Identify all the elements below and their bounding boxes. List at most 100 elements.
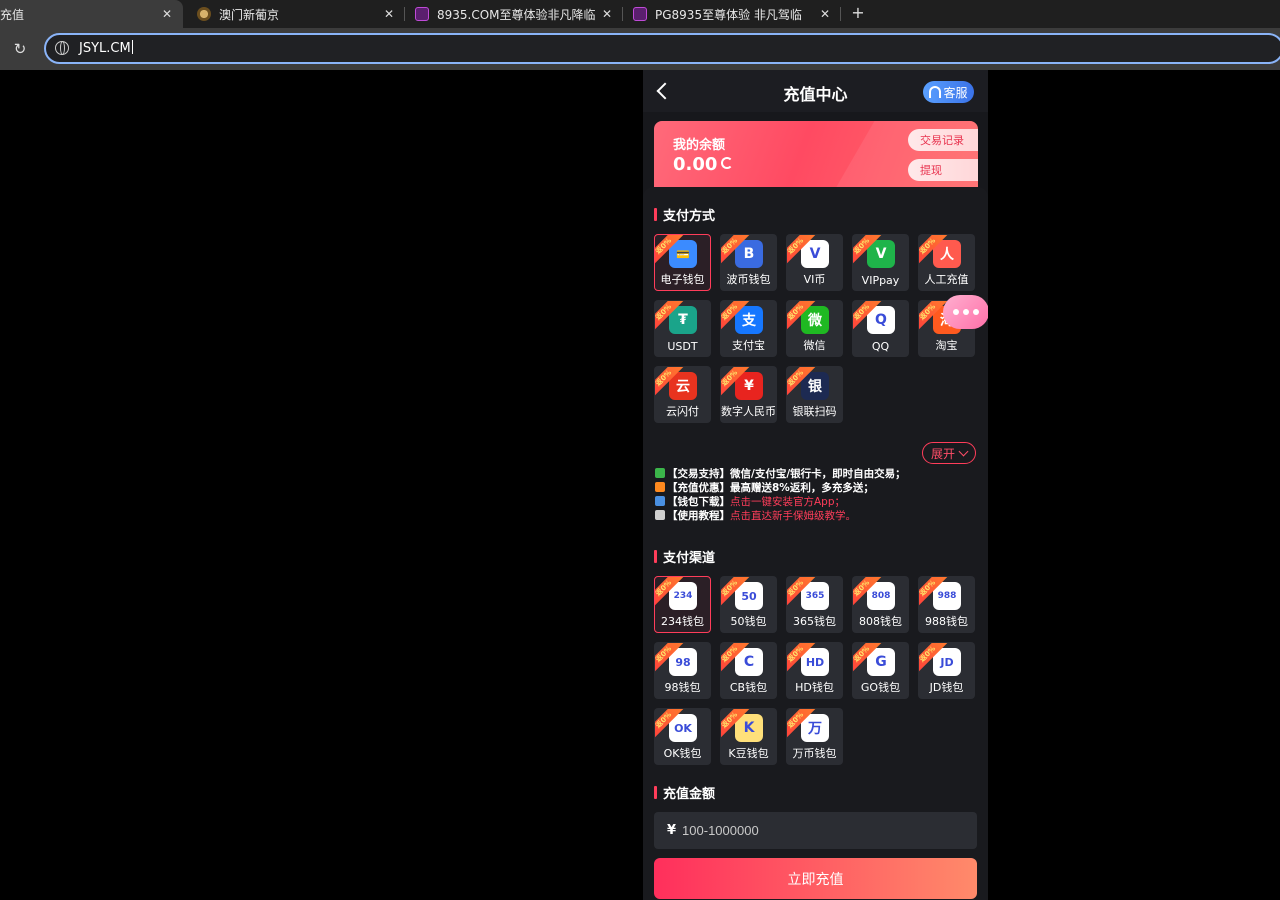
close-icon[interactable]: ✕ [817, 6, 833, 22]
payment-channel-tile[interactable]: 98 返0% 98钱包 [654, 642, 711, 699]
note-icon [655, 496, 665, 506]
balance-label: 我的余额 [673, 138, 726, 153]
tab-macau[interactable]: 澳门新葡京 ✕ [183, 0, 405, 28]
payment-channel-label: 50钱包 [730, 615, 767, 628]
payment-channels-title: 支付渠道 [654, 547, 715, 566]
payment-channel-label: 万币钱包 [792, 747, 837, 760]
payment-method-tile[interactable]: 人返0% 人工充值 [918, 234, 975, 291]
refresh-icon[interactable] [721, 157, 734, 169]
payment-method-tile[interactable]: V 返0% VI币 [786, 234, 843, 291]
payment-method-tile[interactable]: 💳 返0% 电子钱包 [654, 234, 711, 291]
info-notes: 【交易支持】微信/支付宝/银行卡，即时自由交易； 【充值优惠】最高赠送8%返利，多… [655, 467, 985, 523]
payment-channel-tile[interactable]: OK 返0% OK钱包 [654, 708, 711, 765]
close-icon[interactable]: ✕ [599, 6, 615, 22]
headset-icon [929, 86, 942, 98]
payment-channel-tile[interactable]: 234 返0% 234钱包 [654, 576, 711, 633]
payment-method-tile[interactable]: V 返0% VIPpay [852, 234, 909, 291]
page-header: 充值中心 客服 [643, 70, 988, 112]
tab-recharge[interactable]: 充值 ✕ [0, 0, 183, 28]
payment-method-tile[interactable]: 云返0% 云闪付 [654, 366, 711, 423]
payment-method-label: USDT [667, 340, 698, 353]
payment-channel-tile[interactable]: 50 返0% 50钱包 [720, 576, 777, 633]
expand-button[interactable]: 展开 [922, 442, 976, 464]
payment-method-tile[interactable]: B 返0% 波币钱包 [720, 234, 777, 291]
site-favicon-icon [415, 7, 429, 21]
note-icon [655, 510, 665, 520]
note-line[interactable]: 【使用教程】点击直达新手保姆级教学。 [655, 509, 985, 523]
new-tab-button[interactable]: + [849, 2, 867, 24]
close-icon[interactable]: ✕ [381, 6, 397, 22]
floating-chat-icon[interactable] [943, 295, 988, 329]
payment-channels-grid: 234 返0% 234钱包 50 返0% 50钱包 365 返0% 365钱包 808 返0% 808… [654, 576, 984, 765]
payment-channel-tile[interactable]: 万返0% 万币钱包 [786, 708, 843, 765]
payment-method-label: 人工充值 [924, 273, 969, 286]
transaction-records-button[interactable]: 交易记录 [908, 129, 978, 151]
note-icon [655, 468, 665, 478]
payment-channel-label: JD钱包 [929, 681, 964, 694]
url-text[interactable]: JSYL.CM [79, 40, 133, 56]
payment-method-label: 电子钱包 [660, 273, 705, 286]
recharge-submit-button[interactable]: 立即充值 [654, 858, 977, 899]
address-bar[interactable]: JSYL.CM [44, 33, 1280, 64]
note-icon [655, 482, 665, 492]
payment-method-label: 数字人民币 [721, 405, 776, 418]
browser-toolbar: ↻ JSYL.CM [0, 28, 1280, 70]
payment-methods-grid: 💳 返0% 电子钱包 B 返0% 波币钱包 V 返0% VI币 V 返0% VIPpay 人返0% 人工充… [654, 234, 984, 423]
payment-channel-tile[interactable]: K 返0% K豆钱包 [720, 708, 777, 765]
payment-method-tile[interactable]: Q 返0% QQ [852, 300, 909, 357]
payment-channel-tile[interactable]: C 返0% CB钱包 [720, 642, 777, 699]
payment-method-label: 波币钱包 [726, 273, 771, 286]
site-favicon-icon [633, 7, 647, 21]
tab-pg8935[interactable]: PG8935至尊体验 非凡驾临 ✕ [623, 0, 841, 28]
payment-method-label: VIPpay [861, 274, 900, 287]
tab-title: PG8935至尊体验 非凡驾临 [655, 7, 802, 22]
payment-channel-label: 234钱包 [661, 615, 704, 628]
payment-channel-label: HD钱包 [795, 681, 834, 694]
amount-input[interactable] [682, 823, 933, 838]
payment-method-tile[interactable]: ¥ 返0% 数字人民币 [720, 366, 777, 423]
payment-method-label: VI币 [803, 273, 826, 286]
payment-channel-label: GO钱包 [860, 681, 901, 694]
payment-method-tile[interactable]: 支返0% 支付宝 [720, 300, 777, 357]
payment-method-tile[interactable]: 银返0% 银联扫码 [786, 366, 843, 423]
note-link[interactable]: 点击直达新手保姆级教学。 [730, 510, 856, 522]
payment-channel-tile[interactable]: G 返0% GO钱包 [852, 642, 909, 699]
payment-method-label: 淘宝 [935, 339, 958, 352]
payment-channel-tile[interactable]: JD 返0% JD钱包 [918, 642, 975, 699]
browser-tab-bar: 充值 ✕ 澳门新葡京 ✕ 8935.COM至尊体验非凡降临 ✕ PG8935至尊… [0, 0, 1280, 28]
close-icon[interactable]: ✕ [159, 6, 175, 22]
service-label: 客服 [943, 85, 968, 100]
payment-method-tile[interactable]: ₮ 返0% USDT [654, 300, 711, 357]
note-line: 【交易支持】微信/支付宝/银行卡，即时自由交易； [655, 467, 985, 481]
customer-service-button[interactable]: 客服 [923, 81, 974, 103]
globe-icon[interactable] [55, 41, 69, 55]
amount-field[interactable]: ¥ [654, 812, 977, 849]
reload-icon[interactable]: ↻ [11, 40, 29, 58]
payment-methods-title: 支付方式 [654, 205, 715, 224]
payment-channel-label: OK钱包 [663, 747, 702, 760]
withdraw-button[interactable]: 提现 [908, 159, 978, 181]
note-link[interactable]: 点击一键安装官方App； [730, 496, 845, 508]
chevron-down-icon [958, 446, 969, 456]
tab-title: 充值 [0, 7, 25, 22]
tab-8935[interactable]: 8935.COM至尊体验非凡降临 ✕ [405, 0, 623, 28]
tab-separator [840, 7, 841, 21]
payment-method-label: 云闪付 [666, 405, 699, 418]
payment-method-label: 银联扫码 [792, 405, 837, 418]
payment-channel-tile[interactable]: 988 返0% 988钱包 [918, 576, 975, 633]
payment-channel-tile[interactable]: HD 返0% HD钱包 [786, 642, 843, 699]
recharge-panel: 支付方式 💳 返0% 电子钱包 B 返0% 波币钱包 V 返0% VI币 V 返0% VIPpay 人返… [643, 187, 988, 900]
balance-value: 0.00 [673, 154, 734, 175]
payment-channel-label: 808钱包 [859, 615, 902, 628]
payment-channel-tile[interactable]: 365 返0% 365钱包 [786, 576, 843, 633]
tab-title: 澳门新葡京 [219, 7, 280, 22]
note-line[interactable]: 【钱包下载】点击一键安装官方App； [655, 495, 985, 509]
currency-symbol: ¥ [667, 823, 677, 838]
payment-channel-tile[interactable]: 808 返0% 808钱包 [852, 576, 909, 633]
payment-method-tile[interactable]: 微返0% 微信 [786, 300, 843, 357]
amount-title: 充值金额 [654, 783, 715, 802]
payment-channel-label: 988钱包 [925, 615, 968, 628]
tab-title: 8935.COM至尊体验非凡降临 [437, 7, 596, 22]
payment-method-label: 支付宝 [732, 339, 765, 352]
payment-channel-label: K豆钱包 [728, 747, 769, 760]
